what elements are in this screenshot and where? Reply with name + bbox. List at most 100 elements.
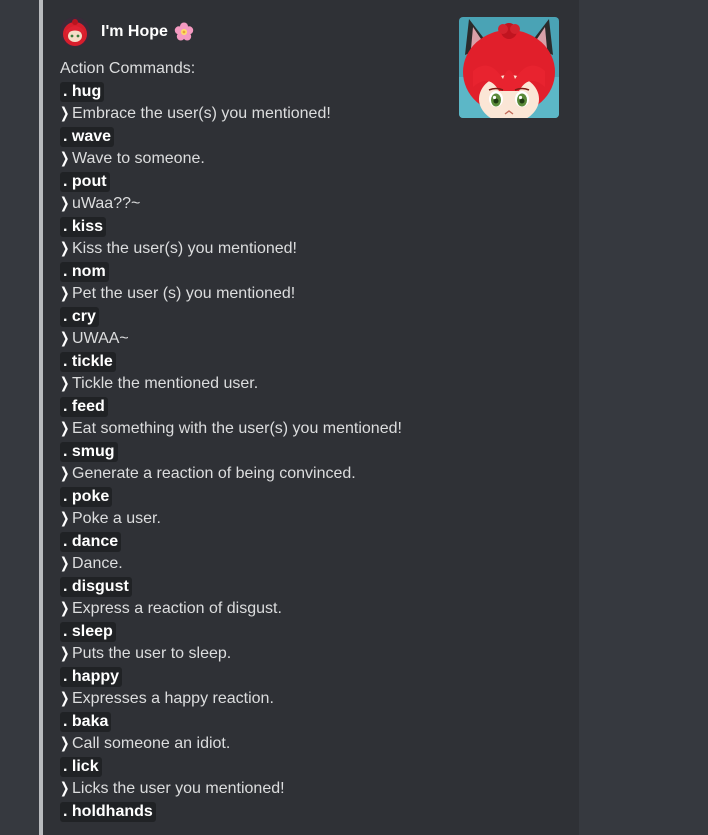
command-code: . sleep — [60, 621, 116, 642]
command-desc-line: ❯ Pet the user (s) you mentioned! — [60, 283, 540, 306]
command-name: nom — [71, 262, 106, 280]
chevron-right-icon: ❯ — [60, 600, 70, 617]
command-name: happy — [71, 667, 120, 685]
chevron-right-icon: ❯ — [60, 645, 70, 662]
command-prefix: . — [63, 757, 68, 775]
command-desc-line: ❯ Dance. — [60, 553, 540, 576]
chevron-right-icon: ❯ — [60, 285, 70, 302]
command-description: Generate a reaction of being convinced. — [72, 465, 356, 482]
chevron-right-icon: ❯ — [60, 780, 70, 797]
chevron-right-icon: ❯ — [60, 330, 70, 347]
command-desc-line: ❯ Expresses a happy reaction. — [60, 688, 540, 711]
chevron-right-icon: ❯ — [60, 150, 70, 167]
command-desc-line: ❯ Eat something with the user(s) you ment… — [60, 418, 540, 441]
command-name-line: . lick — [60, 756, 540, 779]
command-name-line: . sleep — [60, 621, 540, 644]
command-name-line: . tickle — [60, 351, 540, 374]
embed-description: Action Commands: . hug ❯ Embrace the user… — [60, 58, 540, 823]
command-name: disgust — [71, 577, 129, 595]
command-prefix: . — [63, 262, 68, 280]
command-name: dance — [71, 532, 119, 550]
flower-emoji-icon — [174, 22, 194, 41]
command-name: baka — [71, 712, 109, 730]
bot-embed: I'm Hope Action Commands: . hug ❯ Embrac… — [39, 0, 579, 835]
chevron-right-icon: ❯ — [60, 375, 70, 392]
command-prefix: . — [63, 622, 68, 640]
command-description: Call someone an idiot. — [72, 735, 231, 752]
command-description: Pet the user (s) you mentioned! — [72, 285, 296, 302]
command-name: wave — [71, 127, 112, 145]
command-name-line: . poke — [60, 486, 540, 509]
command-code: . happy — [60, 666, 123, 687]
command-prefix: . — [63, 172, 68, 190]
command-desc-line: ❯ Poke a user. — [60, 508, 540, 531]
chevron-right-icon: ❯ — [60, 510, 70, 527]
command-code: . nom — [60, 261, 109, 282]
command-description: Kiss the user(s) you mentioned! — [72, 240, 297, 257]
author-name[interactable]: I'm Hope — [101, 23, 168, 41]
command-description: Poke a user. — [72, 510, 161, 527]
command-prefix: . — [63, 487, 68, 505]
author-name-wrap: I'm Hope — [101, 22, 194, 42]
command-code: . cry — [60, 306, 99, 327]
command-name: cry — [71, 307, 96, 325]
command-description: Puts the user to sleep. — [72, 645, 232, 662]
command-desc-line: ❯ uWaa??~ — [60, 193, 540, 216]
command-description: Express a reaction of disgust. — [72, 600, 282, 617]
command-description: Expresses a happy reaction. — [72, 690, 274, 707]
command-desc-line: ❯ Puts the user to sleep. — [60, 643, 540, 666]
command-code: . smug — [60, 441, 118, 462]
command-desc-line: ❯ Kiss the user(s) you mentioned! — [60, 238, 540, 261]
command-list: . hug ❯ Embrace the user(s) you mentioned… — [60, 81, 540, 824]
command-prefix: . — [63, 802, 68, 820]
anime-girl-avatar-icon[interactable] — [60, 17, 90, 47]
command-name: hug — [71, 82, 102, 100]
command-name-line: . holdhands — [60, 801, 540, 824]
chevron-right-icon: ❯ — [60, 690, 70, 707]
command-description: Licks the user you mentioned! — [72, 780, 285, 797]
chevron-right-icon: ❯ — [60, 195, 70, 212]
command-prefix: . — [63, 667, 68, 685]
command-code: . disgust — [60, 576, 132, 597]
command-description: Wave to someone. — [72, 150, 205, 167]
command-name: sleep — [71, 622, 113, 640]
command-desc-line: ❯ Licks the user you mentioned! — [60, 778, 540, 801]
command-description: Dance. — [72, 555, 123, 572]
section-heading: Action Commands: — [60, 60, 196, 77]
command-prefix: . — [63, 352, 68, 370]
command-desc-line: ❯ Call someone an idiot. — [60, 733, 540, 756]
command-name-line: . happy — [60, 666, 540, 689]
command-prefix: . — [63, 217, 68, 235]
command-name-line: . kiss — [60, 216, 540, 239]
command-prefix: . — [63, 307, 68, 325]
command-name-line: . baka — [60, 711, 540, 734]
command-desc-line: ❯ Embrace the user(s) you mentioned! — [60, 103, 540, 126]
command-code: . hug — [60, 81, 105, 102]
command-prefix: . — [63, 577, 68, 595]
embed-author: I'm Hope — [60, 17, 194, 47]
command-name: pout — [71, 172, 107, 190]
command-name-line: . nom — [60, 261, 540, 284]
command-name-line: . pout — [60, 171, 540, 194]
command-code: . lick — [60, 756, 102, 777]
command-code: . feed — [60, 396, 108, 417]
command-code: . holdhands — [60, 801, 156, 822]
command-description: uWaa??~ — [72, 195, 141, 212]
command-name-line: . smug — [60, 441, 540, 464]
command-name-line: . wave — [60, 126, 540, 149]
command-description: Tickle the mentioned user. — [72, 375, 259, 392]
command-name: poke — [71, 487, 110, 505]
chevron-right-icon: ❯ — [60, 735, 70, 752]
command-desc-line: ❯ Generate a reaction of being convinced. — [60, 463, 540, 486]
command-name: tickle — [71, 352, 113, 370]
command-description: Embrace the user(s) you mentioned! — [72, 105, 331, 122]
chevron-right-icon: ❯ — [60, 240, 70, 257]
command-code: . pout — [60, 171, 110, 192]
chevron-right-icon: ❯ — [60, 420, 70, 437]
command-desc-line: ❯ Tickle the mentioned user. — [60, 373, 540, 396]
chevron-right-icon: ❯ — [60, 465, 70, 482]
command-code: . dance — [60, 531, 122, 552]
command-name: holdhands — [71, 802, 153, 820]
command-description: Eat something with the user(s) you menti… — [72, 420, 402, 437]
command-code: . baka — [60, 711, 112, 732]
